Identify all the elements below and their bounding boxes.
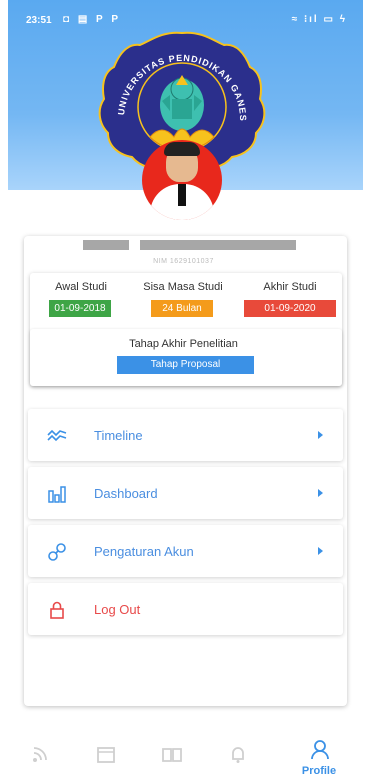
student-id: NIM 1629101037: [153, 258, 214, 265]
bottom-navigation: Profile: [8, 727, 363, 781]
avatar[interactable]: [142, 140, 222, 220]
akhir-studi-label: Akhir Studi: [263, 281, 317, 293]
research-stage-value: Tahap Proposal: [117, 356, 254, 374]
chevron-right-icon: [318, 547, 323, 555]
awal-studi-label: Awal Studi: [55, 281, 107, 293]
sisa-masa-label: Sisa Masa Studi: [143, 281, 223, 293]
chevron-right-icon: [318, 431, 323, 439]
avatar-tie: [178, 184, 186, 206]
menu-item-pengaturan-akun[interactable]: Pengaturan Akun: [28, 525, 343, 577]
name-blur-1: [83, 240, 129, 250]
feed-icon[interactable]: [26, 739, 54, 769]
avatar-hair: [164, 142, 200, 156]
timeline-icon: [47, 429, 67, 442]
research-stage-title: Tahap Akhir Penelitian: [129, 338, 238, 350]
awal-studi-value: 01-09-2018: [49, 300, 111, 317]
lock-icon: [50, 601, 64, 619]
calendar-icon[interactable]: [92, 739, 120, 769]
status-time: 23:51: [26, 15, 52, 26]
akhir-studi-value: 01-09-2020: [244, 300, 336, 317]
menu-label-timeline: Timeline: [94, 428, 143, 443]
menu-item-timeline[interactable]: Timeline: [28, 409, 343, 461]
sisa-masa-value: 24 Bulan: [151, 300, 213, 317]
notification-icons: ◘ ▤ P P: [63, 14, 121, 25]
chart-icon: [48, 486, 66, 503]
system-icons: ≈ ⁝ıl ▭ ϟ: [291, 14, 347, 25]
menu-item-logout[interactable]: Log Out: [28, 583, 343, 635]
settings-link-icon: [48, 543, 66, 561]
menu-item-dashboard[interactable]: Dashboard: [28, 467, 343, 519]
name-blur-2: [140, 240, 296, 250]
chevron-right-icon: [318, 489, 323, 497]
profile-icon[interactable]: [306, 737, 334, 767]
bell-icon[interactable]: [224, 739, 252, 769]
menu-label-logout: Log Out: [94, 602, 141, 617]
menu-label-pengaturan-akun: Pengaturan Akun: [94, 544, 194, 559]
book-icon[interactable]: [158, 739, 186, 769]
left-edge: [0, 0, 8, 781]
menu-label-dashboard: Dashboard: [94, 486, 158, 501]
nav-profile-label[interactable]: Profile: [295, 765, 343, 777]
